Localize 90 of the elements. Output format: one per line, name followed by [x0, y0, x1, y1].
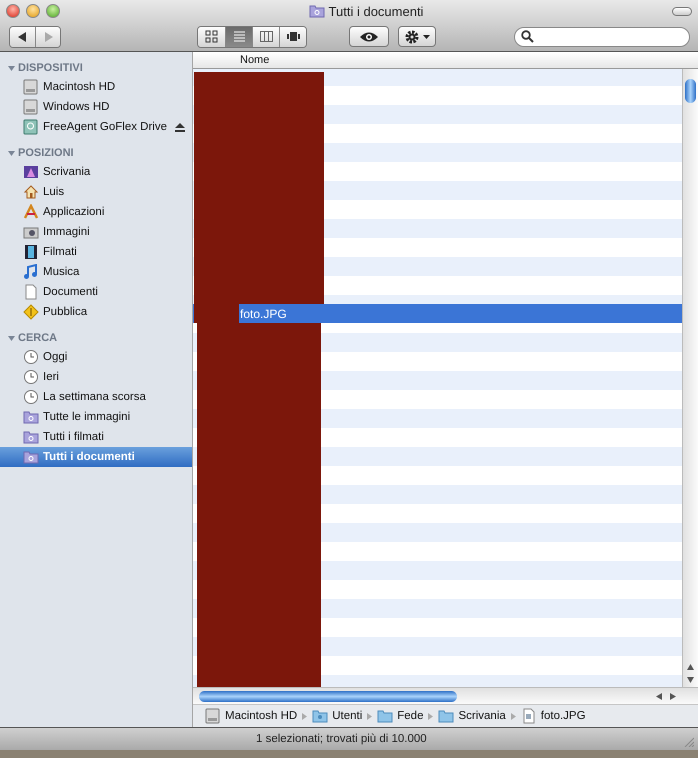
- forward-arrow-icon: [44, 32, 52, 42]
- cover-flow-icon: [286, 30, 300, 43]
- list-view-button[interactable]: [225, 26, 252, 46]
- letter-a-icon: [23, 204, 39, 220]
- section-header[interactable]: DISPOSITIVI: [0, 59, 192, 77]
- music-note-icon: [23, 264, 39, 280]
- column-title[interactable]: Nome: [240, 54, 270, 66]
- caret-icon: [423, 34, 430, 38]
- road-sign-icon: [23, 304, 39, 320]
- film-icon: [23, 244, 39, 260]
- sidebar-item[interactable]: Musica: [0, 262, 192, 282]
- path-item[interactable]: Scrivania: [438, 708, 506, 724]
- expanded-triangle-icon: [8, 150, 15, 156]
- drive-icon: [23, 99, 39, 115]
- action-button[interactable]: [398, 26, 436, 47]
- section-header[interactable]: CERCA: [0, 329, 192, 347]
- down-arrow-icon: [687, 677, 694, 684]
- back-button[interactable]: [10, 26, 35, 46]
- sidebar-item[interactable]: FreeAgent GoFlex Drive: [0, 117, 192, 137]
- chevron-icon: [302, 712, 308, 720]
- status-text: 1 selezionati; trovati più di 10.000: [256, 733, 427, 746]
- folder-icon: [308, 3, 325, 19]
- document-icon: [23, 284, 39, 300]
- drive-icon: [205, 708, 221, 724]
- eye-icon: [359, 30, 379, 42]
- chevron-icon: [428, 712, 434, 720]
- document-icon: [520, 708, 537, 724]
- folder-icon: [312, 708, 328, 724]
- vertical-scrollbar[interactable]: [682, 69, 698, 688]
- search-field[interactable]: [514, 26, 690, 46]
- drive-icon: [23, 79, 39, 95]
- window-title: Tutti i documenti: [328, 4, 424, 18]
- drive-icon: [23, 119, 39, 135]
- chevron-icon: [367, 712, 372, 720]
- cover-flow-button[interactable]: [279, 26, 306, 46]
- left-arrow-icon: [656, 692, 662, 700]
- horizontal-scrollbar[interactable]: [193, 687, 698, 704]
- resize-grip-icon: [684, 737, 694, 748]
- zoom-button[interactable]: [46, 4, 60, 18]
- path-item[interactable]: Utenti: [312, 708, 362, 724]
- folder-icon: [377, 708, 394, 724]
- section-header[interactable]: POSIZIONI: [0, 144, 192, 162]
- sidebar-item[interactable]: Luis: [0, 182, 192, 202]
- clock-icon: [23, 389, 39, 405]
- house-icon: [23, 184, 39, 200]
- sidebar-item[interactable]: Scrivania: [0, 162, 192, 182]
- forward-button[interactable]: [35, 26, 60, 46]
- sidebar-item[interactable]: Documenti: [0, 282, 192, 302]
- folder-icon: [23, 449, 39, 465]
- chevron-icon: [510, 712, 516, 720]
- column-view-button[interactable]: [252, 26, 279, 46]
- folder-icon: [438, 708, 454, 724]
- sidebar-item[interactable]: Ieri: [0, 367, 192, 387]
- sidebar-item[interactable]: Tutti i documenti: [0, 447, 192, 467]
- scroll-thumb[interactable]: [685, 79, 696, 103]
- desktop-icon: [23, 164, 39, 180]
- path-item[interactable]: Macintosh HD: [205, 708, 298, 724]
- right-arrow-icon: [670, 692, 676, 700]
- folder-icon: [23, 429, 39, 445]
- quick-look-button[interactable]: [349, 26, 389, 47]
- list-icon: [232, 30, 246, 43]
- clock-icon: [23, 349, 39, 365]
- sidebar-item[interactable]: Windows HD: [0, 97, 192, 117]
- back-arrow-icon: [18, 32, 27, 42]
- sidebar-item[interactable]: Pubblica: [0, 302, 192, 322]
- gear-icon: [404, 28, 420, 44]
- scroll-thumb[interactable]: [199, 690, 457, 702]
- grid-icon: [205, 30, 218, 43]
- expanded-triangle-icon: [8, 64, 15, 72]
- up-arrow-icon: [687, 664, 694, 670]
- sidebar-item[interactable]: Macintosh HD: [0, 77, 192, 97]
- sidebar-item[interactable]: Oggi: [0, 347, 192, 367]
- columns-icon: [260, 30, 272, 43]
- sidebar-item[interactable]: La settimana scorsa: [0, 387, 192, 407]
- path-item[interactable]: Fede: [377, 708, 424, 724]
- minimize-button[interactable]: [26, 4, 40, 18]
- expanded-triangle-icon: [8, 334, 15, 342]
- sidebar-item[interactable]: Immagini: [0, 222, 192, 242]
- clock-icon: [23, 369, 39, 385]
- file-row[interactable]: foto.JPG: [193, 304, 682, 323]
- search-icon: [521, 30, 534, 43]
- folder-icon: [23, 409, 39, 425]
- toolbar-toggle-button[interactable]: [672, 6, 692, 16]
- sidebar-item[interactable]: Applicazioni: [0, 202, 192, 222]
- icon-view-button[interactable]: [198, 26, 225, 46]
- close-button[interactable]: [6, 4, 20, 18]
- sidebar-item[interactable]: Filmati: [0, 242, 192, 262]
- sidebar-item[interactable]: Tutti i filmati: [0, 427, 192, 447]
- sidebar-item[interactable]: Tutte le immagini: [0, 407, 192, 427]
- path-item[interactable]: foto.JPG: [520, 708, 586, 724]
